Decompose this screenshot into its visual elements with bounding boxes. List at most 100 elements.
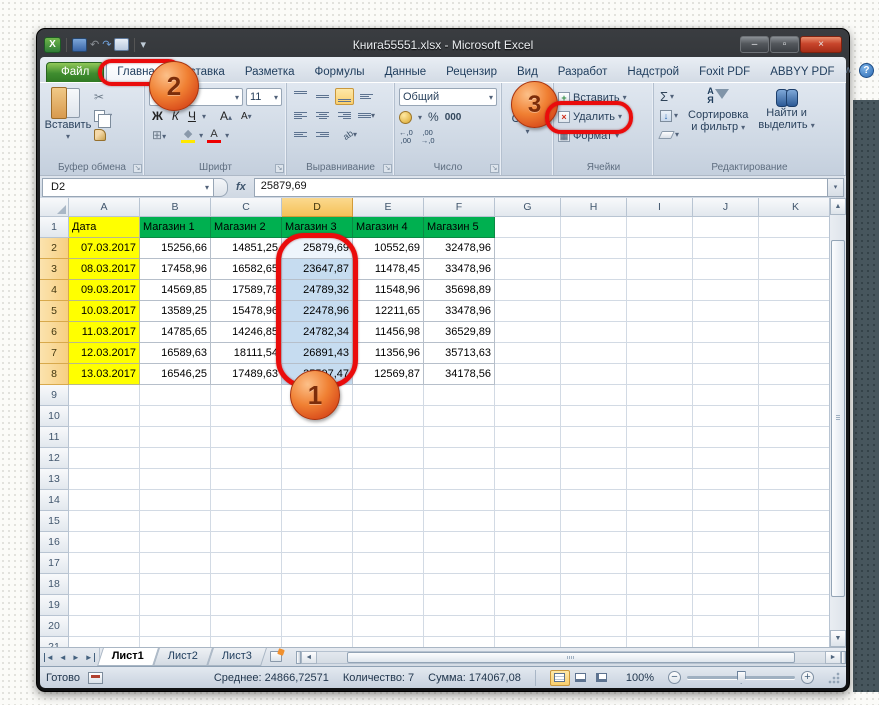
sheet-tab-2[interactable]: Лист2: [156, 648, 210, 666]
cell-K13[interactable]: [759, 469, 829, 490]
last-sheet-icon[interactable]: ►: [85, 653, 95, 662]
cell-C21[interactable]: [211, 637, 282, 647]
cell-H12[interactable]: [561, 448, 627, 469]
expand-formula-bar-icon[interactable]: ▾: [828, 178, 844, 197]
cell-E19[interactable]: [353, 595, 424, 616]
cell-F19[interactable]: [424, 595, 495, 616]
cell-A19[interactable]: [69, 595, 140, 616]
row-header-13[interactable]: 13: [40, 469, 69, 490]
row-header-19[interactable]: 19: [40, 595, 69, 616]
cell-J17[interactable]: [693, 553, 759, 574]
cell-E14[interactable]: [353, 490, 424, 511]
sheet-tab-3[interactable]: Лист3: [210, 648, 264, 666]
cell-G6[interactable]: [495, 322, 561, 343]
cell-K21[interactable]: [759, 637, 829, 647]
tab-developer[interactable]: Разработ: [548, 63, 618, 82]
comma-style-button[interactable]: 000: [445, 112, 462, 123]
cell-J12[interactable]: [693, 448, 759, 469]
cell-E12[interactable]: [353, 448, 424, 469]
cell-F4[interactable]: 35698,89: [424, 280, 495, 301]
cell-K16[interactable]: [759, 532, 829, 553]
cell-K9[interactable]: [759, 385, 829, 406]
cell-A3[interactable]: 08.03.2017: [69, 259, 140, 280]
cell-A11[interactable]: [69, 427, 140, 448]
cell-H17[interactable]: [561, 553, 627, 574]
cell-H7[interactable]: [561, 343, 627, 364]
cell-H1[interactable]: [561, 217, 627, 238]
cell-G12[interactable]: [495, 448, 561, 469]
collapse-ribbon-icon[interactable]: ∧: [845, 65, 852, 76]
fx-icon[interactable]: fx: [228, 181, 254, 193]
cell-E9[interactable]: [353, 385, 424, 406]
cell-C8[interactable]: 17489,63: [211, 364, 282, 385]
cell-J7[interactable]: [693, 343, 759, 364]
cell-B13[interactable]: [140, 469, 211, 490]
tab-foxit-pdf[interactable]: Foxit PDF: [689, 63, 760, 82]
resize-grip[interactable]: [828, 672, 840, 684]
decrease-indent-button[interactable]: [291, 126, 310, 143]
cell-I16[interactable]: [627, 532, 693, 553]
cell-K17[interactable]: [759, 553, 829, 574]
percent-style-button[interactable]: %: [428, 110, 439, 124]
cell-B5[interactable]: 13589,25: [140, 301, 211, 322]
cell-B1[interactable]: Магазин 1: [140, 217, 211, 238]
zoom-slider-track[interactable]: [687, 676, 795, 679]
cell-G7[interactable]: [495, 343, 561, 364]
cell-E18[interactable]: [353, 574, 424, 595]
cell-B4[interactable]: 14569,85: [140, 280, 211, 301]
cell-A16[interactable]: [69, 532, 140, 553]
clear-button[interactable]: ▾: [660, 126, 679, 143]
cell-E3[interactable]: 11478,45: [353, 259, 424, 280]
cell-B21[interactable]: [140, 637, 211, 647]
cell-E15[interactable]: [353, 511, 424, 532]
cell-G9[interactable]: [495, 385, 561, 406]
borders-button[interactable]: ⊞▾: [149, 127, 169, 144]
cell-E21[interactable]: [353, 637, 424, 647]
column-header-J[interactable]: J: [693, 198, 759, 217]
cell-F13[interactable]: [424, 469, 495, 490]
row-header-6[interactable]: 6: [40, 322, 69, 343]
row-header-10[interactable]: 10: [40, 406, 69, 427]
cell-C1[interactable]: Магазин 2: [211, 217, 282, 238]
cell-C14[interactable]: [211, 490, 282, 511]
cell-B16[interactable]: [140, 532, 211, 553]
cell-I9[interactable]: [627, 385, 693, 406]
cell-D16[interactable]: [282, 532, 353, 553]
cell-H21[interactable]: [561, 637, 627, 647]
first-sheet-icon[interactable]: ◄: [44, 653, 54, 662]
orientation-button[interactable]: ab▾: [335, 126, 365, 143]
column-header-C[interactable]: C: [211, 198, 282, 217]
cell-I20[interactable]: [627, 616, 693, 637]
cell-C16[interactable]: [211, 532, 282, 553]
cell-J14[interactable]: [693, 490, 759, 511]
column-header-A[interactable]: A: [69, 198, 140, 217]
cell-F1[interactable]: Магазин 5: [424, 217, 495, 238]
row-header-20[interactable]: 20: [40, 616, 69, 637]
tab-view[interactable]: Вид: [507, 63, 548, 82]
formula-input[interactable]: 25879,69: [254, 178, 828, 197]
cell-J21[interactable]: [693, 637, 759, 647]
cell-I14[interactable]: [627, 490, 693, 511]
close-button[interactable]: ×: [800, 36, 842, 53]
zoom-in-icon[interactable]: +: [801, 671, 814, 684]
cell-H3[interactable]: [561, 259, 627, 280]
cell-H11[interactable]: [561, 427, 627, 448]
align-left-button[interactable]: [291, 107, 310, 124]
row-header-8[interactable]: 8: [40, 364, 69, 385]
cell-K3[interactable]: [759, 259, 829, 280]
dialog-launcher-icon[interactable]: ↘: [275, 164, 284, 173]
fill-button[interactable]: ↓▾: [660, 107, 679, 124]
cell-F21[interactable]: [424, 637, 495, 647]
cell-G19[interactable]: [495, 595, 561, 616]
cell-K6[interactable]: [759, 322, 829, 343]
cell-D15[interactable]: [282, 511, 353, 532]
cell-G20[interactable]: [495, 616, 561, 637]
cell-G15[interactable]: [495, 511, 561, 532]
align-bottom-button[interactable]: [335, 88, 354, 105]
paste-button[interactable]: Вставить ▾: [44, 86, 92, 161]
cell-B17[interactable]: [140, 553, 211, 574]
excel-logo-icon[interactable]: X: [44, 37, 61, 53]
cell-J10[interactable]: [693, 406, 759, 427]
cell-E8[interactable]: 12569,87: [353, 364, 424, 385]
cell-I12[interactable]: [627, 448, 693, 469]
